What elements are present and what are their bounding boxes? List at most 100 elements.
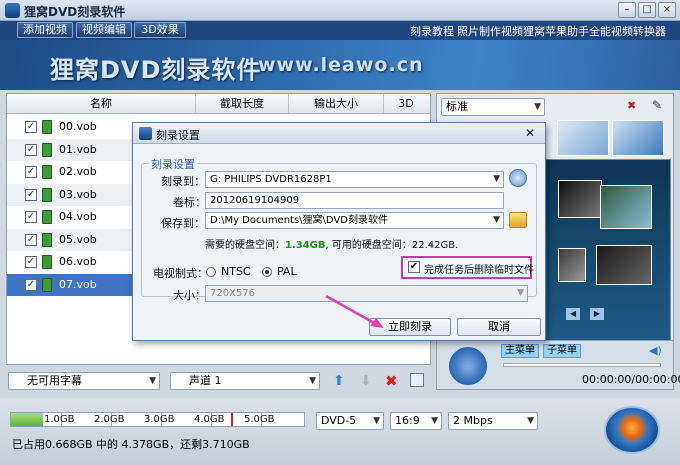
video-converter-link[interactable]: 全能视频转换器 xyxy=(589,23,666,39)
move-up-icon[interactable]: ⬆ xyxy=(333,373,345,389)
tab-main-menu[interactable]: 主菜单 xyxy=(501,344,539,358)
file-checkbox[interactable]: ✓ xyxy=(25,233,37,246)
subtitle-select[interactable]: 无可用字幕 ▼ xyxy=(8,372,160,390)
progress-track[interactable] xyxy=(503,363,661,367)
delete-temp-highlight: ✔ 完成任务后删除临时文件 xyxy=(401,256,534,279)
banner-url: www.leawo.cn xyxy=(258,54,424,76)
window-title: 狸窝DVD刻录软件 xyxy=(24,5,126,19)
column-clip-length[interactable]: 截取长度 xyxy=(196,94,289,113)
pal-radio[interactable] xyxy=(262,267,272,277)
refresh-drive-icon[interactable] xyxy=(509,169,527,187)
file-checkbox[interactable]: ✓ xyxy=(25,278,37,291)
file-name: 03.vob xyxy=(59,187,97,201)
chevron-down-icon: ▼ xyxy=(517,288,524,298)
audio-track-select[interactable]: 声道 1 ▼ xyxy=(170,372,320,390)
file-checkbox[interactable]: ✓ xyxy=(25,121,37,133)
space-available: 22.42GB. xyxy=(411,240,459,251)
burn-disc-button[interactable] xyxy=(604,406,660,454)
close-button[interactable]: × xyxy=(658,2,676,18)
preview-thumb-2 xyxy=(600,185,652,229)
burn-to-select[interactable]: G: PHILIPS DVDR1628P1 ▼ xyxy=(205,171,504,188)
3d-effect-button[interactable]: 3D效果 xyxy=(134,22,186,38)
column-name[interactable]: 名称 xyxy=(7,94,196,113)
file-name: 04.vob xyxy=(59,210,97,223)
chevron-down-icon: ▼ xyxy=(149,376,156,386)
disk-space-info: 需要的硬盘空间：1.34GB, 可用的硬盘空间：22.42GB. xyxy=(205,236,458,251)
delete-template-icon[interactable]: ✖ xyxy=(627,99,636,112)
ntsc-radio[interactable] xyxy=(206,267,216,277)
move-down-icon[interactable]: ⬇ xyxy=(360,373,372,389)
chevron-down-icon: ▼ xyxy=(493,215,500,225)
banner-title: 狸窝DVD刻录软件 xyxy=(50,56,262,84)
app-icon xyxy=(5,3,20,18)
subtitle-value: 无可用字幕 xyxy=(27,374,82,387)
column-output-size[interactable]: 输出大小 xyxy=(289,94,384,113)
minimize-button[interactable]: – xyxy=(618,2,636,18)
file-checkbox[interactable]: ✓ xyxy=(25,211,37,223)
dialog-title: 刻录设置 xyxy=(156,129,200,142)
file-checkbox[interactable]: ✓ xyxy=(25,188,37,201)
video-file-icon xyxy=(42,187,52,202)
navigation-wheel[interactable] xyxy=(447,345,489,387)
title-bar: 狸窝DVD刻录软件 – □ × xyxy=(0,0,680,21)
burn-tutorial-link[interactable]: 刻录教程 xyxy=(410,23,454,39)
capacity-used-fill xyxy=(11,413,44,426)
file-checkbox[interactable]: ✓ xyxy=(25,166,37,178)
dialog-close-icon[interactable]: ✕ xyxy=(525,126,535,140)
volume-label: 卷标： xyxy=(173,196,206,209)
file-name: 07.vob xyxy=(59,277,97,291)
template-select[interactable]: 标准 ▼ xyxy=(441,98,545,116)
video-file-icon xyxy=(42,120,52,134)
browse-folder-icon[interactable] xyxy=(509,212,527,228)
add-video-button[interactable]: 添加视频 xyxy=(17,22,73,38)
next-page-icon[interactable]: ▶ xyxy=(590,308,604,320)
preview-thumb-1 xyxy=(558,180,602,218)
size-label: 大小： xyxy=(173,289,206,302)
video-file-icon xyxy=(42,232,52,247)
apple-helper-link[interactable]: 狸窝苹果助手 xyxy=(523,23,589,39)
video-edit-button[interactable]: 视频编辑 xyxy=(76,22,132,38)
preview-thumb-3 xyxy=(558,248,586,282)
delete-icon[interactable]: ✖ xyxy=(385,372,398,390)
file-checkbox[interactable]: ✓ xyxy=(25,256,37,268)
bitrate-value: 2 Mbps xyxy=(453,414,493,427)
player-controls: 主菜单 子菜单 ◀) 00:00:00/00:00:00 xyxy=(436,340,680,390)
clear-list-icon[interactable] xyxy=(410,373,424,387)
disc-type-select[interactable]: DVD-5 ▼ xyxy=(316,412,384,430)
cancel-button[interactable]: 取消 xyxy=(457,318,541,336)
burn-to-value: G: PHILIPS DVDR1628P1 xyxy=(210,174,332,185)
audio-track-value: 声道 1 xyxy=(189,374,222,387)
delete-temp-checkbox[interactable]: ✔ xyxy=(408,261,420,273)
video-file-icon xyxy=(42,142,52,157)
prev-page-icon[interactable]: ◀ xyxy=(566,308,580,320)
column-3d[interactable]: 3D xyxy=(384,94,428,113)
tab-sub-menu[interactable]: 子菜单 xyxy=(543,344,581,358)
space-required: 1.34GB xyxy=(285,240,326,251)
file-name: 06.vob xyxy=(59,255,97,268)
annotation-arrow-icon xyxy=(325,294,384,328)
playback-time: 00:00:00/00:00:00 xyxy=(582,373,680,386)
tv-format-label: 电视制式： xyxy=(153,267,208,280)
template-value: 标准 xyxy=(446,100,468,113)
capacity-mark-label: 2.0GB xyxy=(94,414,125,425)
file-name: 02.vob xyxy=(59,165,97,178)
chevron-down-icon: ▼ xyxy=(309,376,316,386)
capacity-bar: 1.0GB 2.0GB 3.0GB 4.0GB 5.0GB xyxy=(10,412,305,427)
save-to-value: D:\My Documents\狸窝\DVD刻录软件 xyxy=(210,215,388,226)
volume-input[interactable]: 20120619104909 xyxy=(205,192,504,209)
capacity-mark-label: 1.0GB xyxy=(44,414,75,425)
volume-icon[interactable]: ◀) xyxy=(649,344,662,357)
template-thumb-1[interactable] xyxy=(557,120,609,156)
edit-template-icon[interactable]: ✎ xyxy=(652,98,662,112)
photo-video-link[interactable]: 照片制作视频 xyxy=(457,23,523,39)
aspect-select[interactable]: 16:9 ▼ xyxy=(390,412,442,430)
file-checkbox[interactable]: ✓ xyxy=(25,143,37,156)
capacity-mark-label: 5.0GB xyxy=(244,414,275,425)
file-name: 01.vob xyxy=(59,142,97,156)
file-list-header: 名称 截取长度 输出大小 3D xyxy=(7,94,430,114)
template-thumb-2[interactable] xyxy=(612,120,664,156)
maximize-button[interactable]: □ xyxy=(638,2,656,18)
bitrate-select[interactable]: 2 Mbps ▼ xyxy=(448,412,538,430)
save-to-select[interactable]: D:\My Documents\狸窝\DVD刻录软件 ▼ xyxy=(205,212,504,229)
settings-group-label: 刻录设置 xyxy=(149,156,197,172)
